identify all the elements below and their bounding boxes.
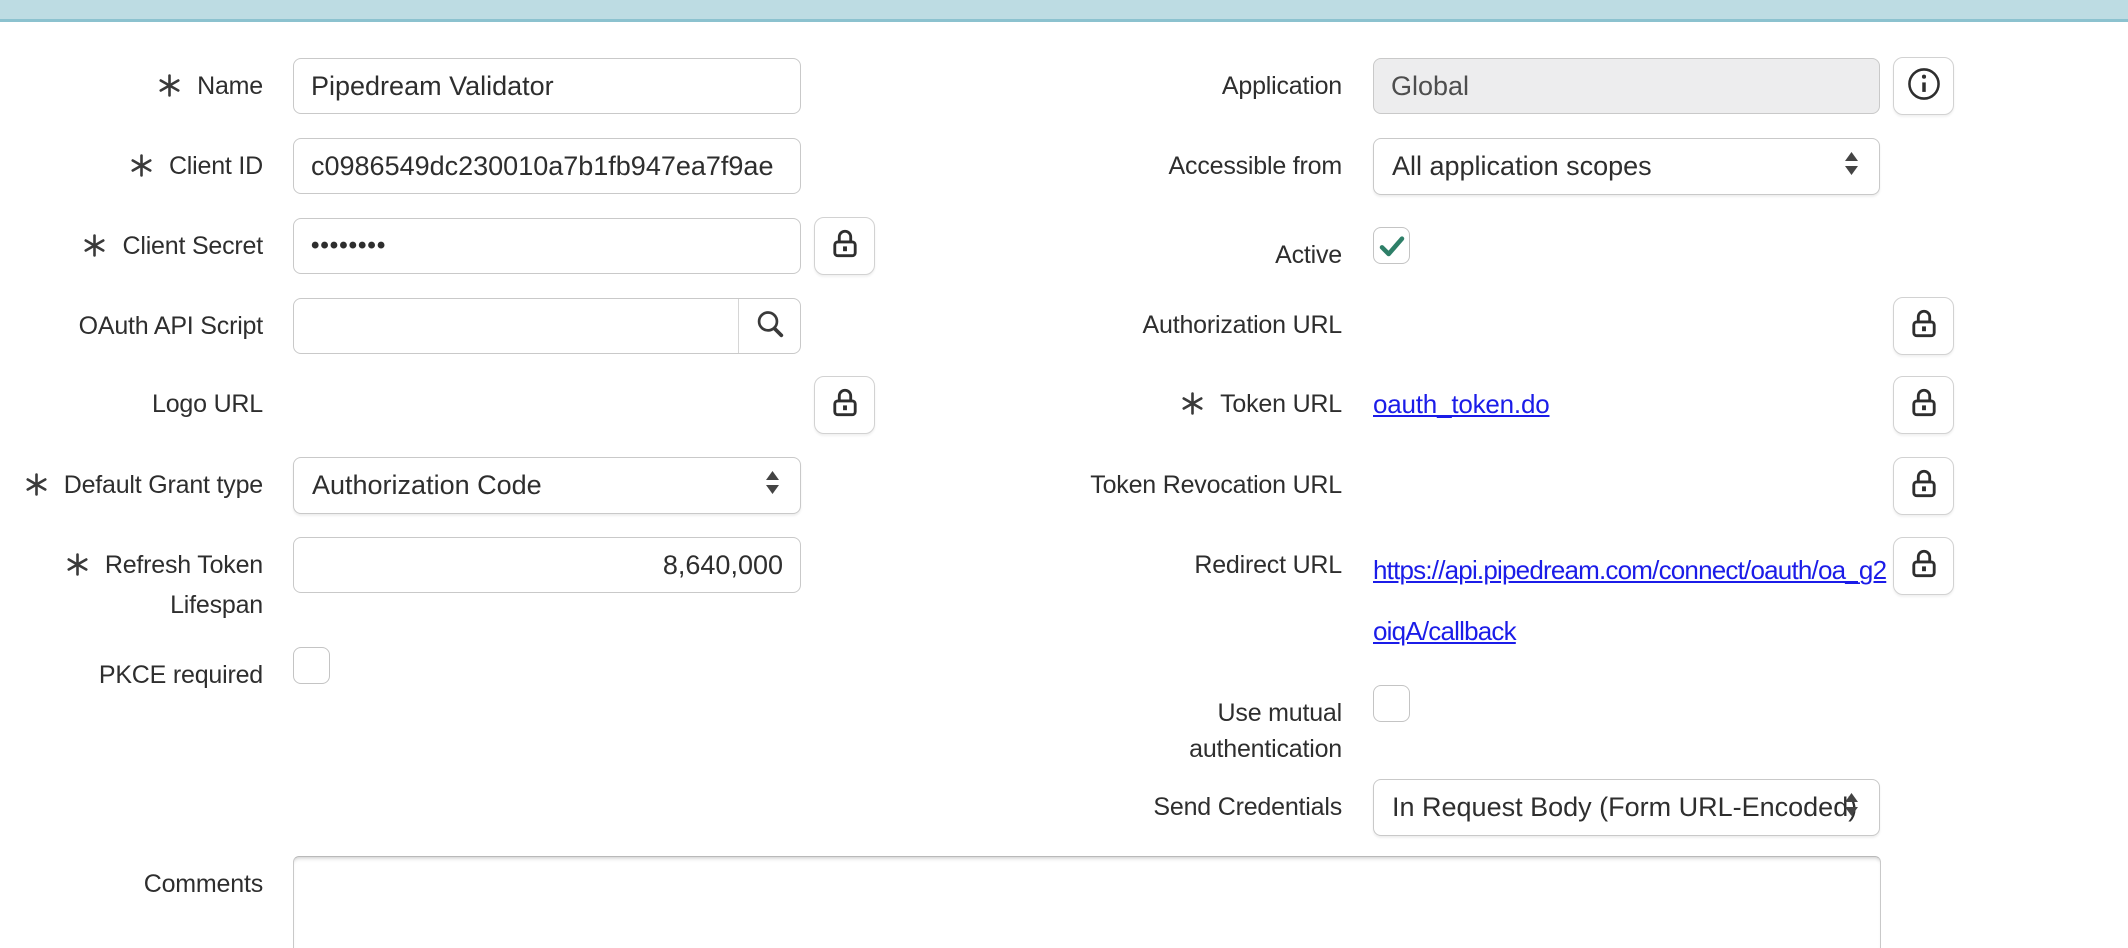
accessible-from-label: Accessible from [1062, 138, 1342, 184]
token-url-label: Token URL [1062, 376, 1342, 426]
comments-label: Comments [0, 856, 263, 902]
logo-url-label: Logo URL [0, 376, 263, 422]
pkce-required-label: PKCE required [0, 647, 263, 693]
application-info-button[interactable] [1893, 57, 1954, 115]
checkmark-icon [1376, 230, 1408, 262]
oauth-api-script-label: OAuth API Script [0, 298, 263, 344]
required-asterisk-icon [82, 232, 107, 268]
required-asterisk-icon [24, 471, 49, 507]
send-credentials-select[interactable]: In Request Body (Form URL-Encoded) [1373, 779, 1880, 836]
use-mutual-authentication-label: Use mutual authentication [1062, 685, 1342, 767]
default-grant-type-select[interactable]: Authorization Code [293, 457, 801, 514]
required-asterisk-icon [129, 152, 154, 188]
name-label: Name [0, 58, 263, 108]
pkce-required-checkbox[interactable] [293, 647, 330, 684]
application-label: Application [1062, 58, 1342, 104]
comments-textarea[interactable] [293, 856, 1881, 948]
select-spinner-icon [1844, 151, 1859, 183]
redirect-url-lock-button[interactable] [1893, 537, 1954, 595]
lock-icon [827, 226, 863, 267]
lock-icon [1906, 306, 1942, 347]
authorization-url-lock-button[interactable] [1893, 297, 1954, 355]
application-input[interactable] [1373, 58, 1880, 114]
use-mutual-authentication-checkbox[interactable] [1373, 685, 1410, 722]
oauth-application-registry-form: Name Client ID Client Secret OAuth API S… [0, 0, 2128, 948]
select-spinner-icon [765, 470, 780, 502]
send-credentials-label: Send Credentials [1062, 779, 1342, 825]
lock-icon [1906, 546, 1942, 587]
search-icon [753, 307, 787, 346]
client-id-input[interactable] [293, 138, 801, 194]
active-checkbox[interactable] [1373, 227, 1410, 264]
default-grant-type-label: Default Grant type [0, 457, 263, 507]
token-revocation-url-label: Token Revocation URL [1062, 457, 1342, 503]
logo-url-lock-button[interactable] [814, 376, 875, 434]
required-asterisk-icon [1180, 390, 1205, 426]
info-icon [1905, 65, 1943, 108]
oauth-api-script-input[interactable] [294, 299, 738, 353]
refresh-token-lifespan-label: Refresh Token Lifespan [0, 537, 263, 623]
token-revocation-url-lock-button[interactable] [1893, 457, 1954, 515]
accessible-from-select[interactable]: All application scopes [1373, 138, 1880, 195]
redirect-url-link[interactable]: https://api.pipedream.com/connect/oauth/… [1373, 537, 1891, 662]
required-asterisk-icon [157, 72, 182, 108]
lock-icon [1906, 466, 1942, 507]
authorization-url-label: Authorization URL [1062, 297, 1342, 343]
required-asterisk-icon [65, 551, 90, 587]
client-secret-lock-button[interactable] [814, 217, 875, 275]
form-header-band [0, 0, 2128, 22]
oauth-api-script-lookup-button[interactable] [738, 299, 800, 353]
client-id-label: Client ID [0, 138, 263, 188]
token-url-link[interactable]: oauth_token.do [1373, 376, 1549, 422]
active-label: Active [1062, 227, 1342, 273]
lock-icon [827, 385, 863, 426]
lock-icon [1906, 385, 1942, 426]
token-url-lock-button[interactable] [1893, 376, 1954, 434]
select-spinner-icon [1844, 792, 1859, 824]
oauth-api-script-field [293, 298, 801, 354]
redirect-url-label: Redirect URL [1062, 537, 1342, 583]
client-secret-input[interactable] [293, 218, 801, 274]
refresh-token-lifespan-input[interactable] [293, 537, 801, 593]
name-input[interactable] [293, 58, 801, 114]
client-secret-label: Client Secret [0, 218, 263, 268]
